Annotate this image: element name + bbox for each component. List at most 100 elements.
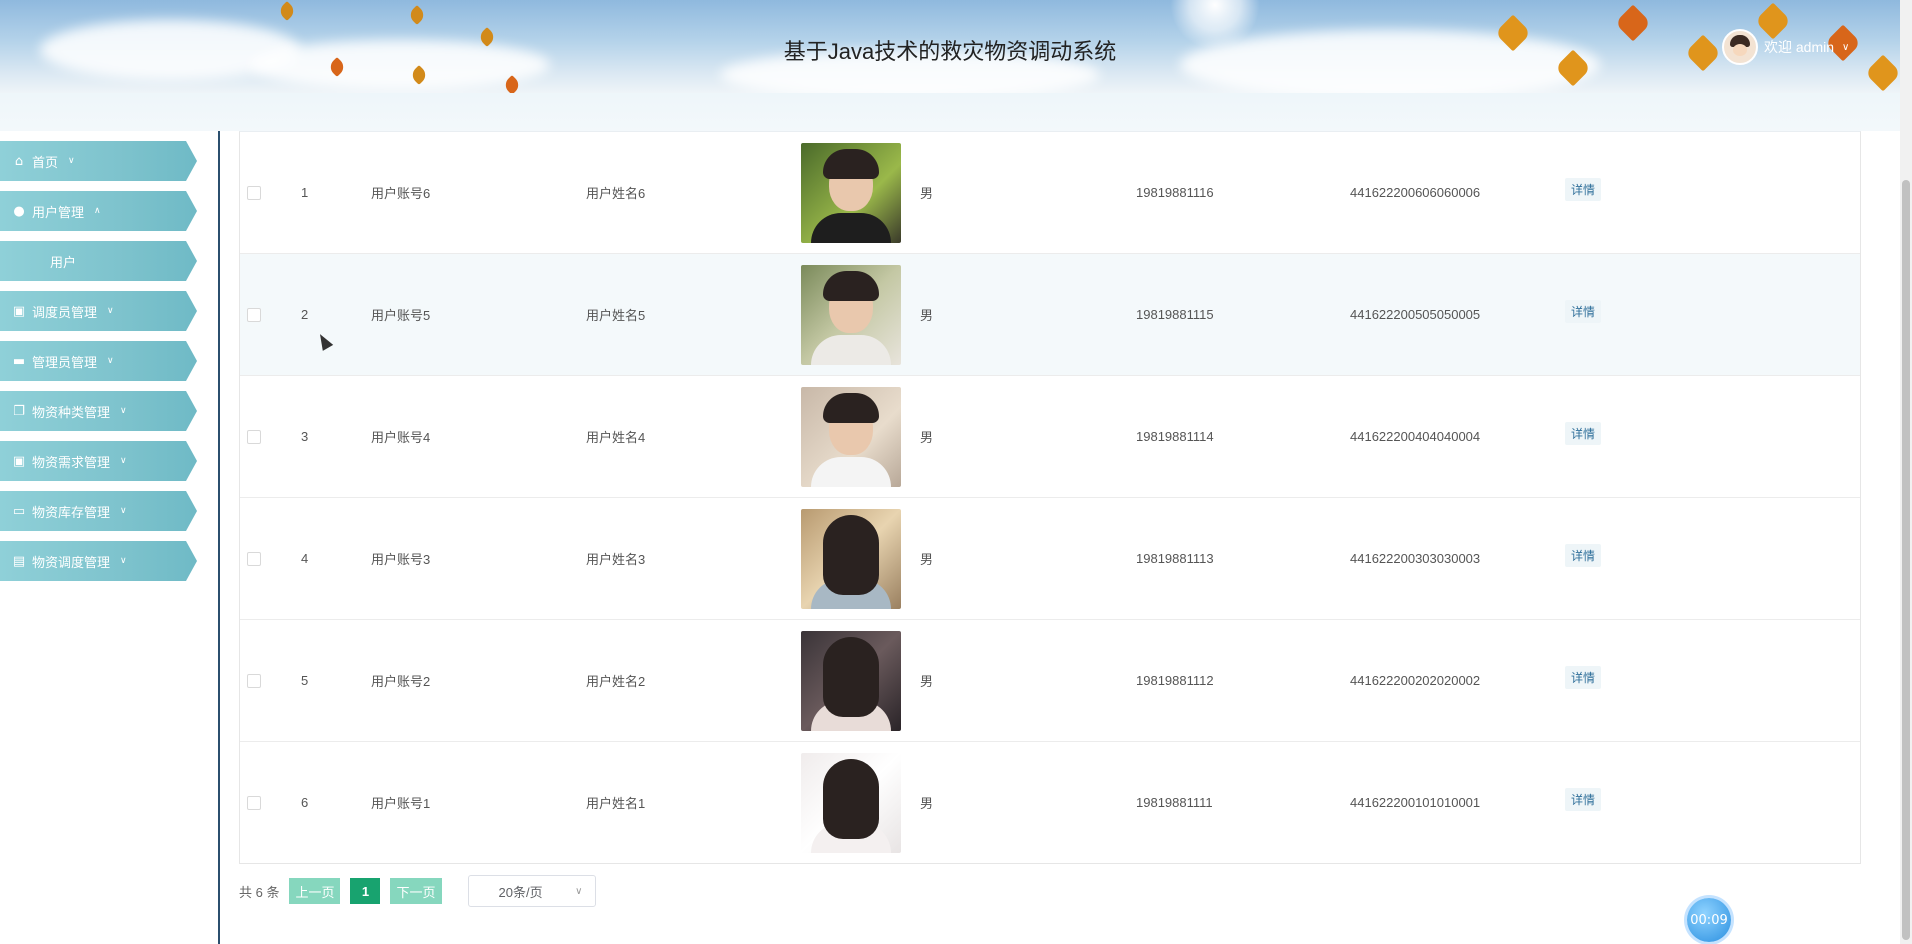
badge-icon: ▤ [12, 553, 26, 569]
detail-button[interactable]: 详情 [1565, 178, 1602, 201]
user-id-card: 441622200404040004 [1350, 429, 1481, 444]
detail-button[interactable]: 详情 [1565, 666, 1602, 689]
sidebar-item-home[interactable]: ⌂ 首页 ∨ [0, 141, 197, 181]
avatar[interactable] [1722, 29, 1758, 65]
user-phone: 19819881116 [1136, 185, 1214, 200]
sidebar-item-label: 物资需求管理 [32, 455, 111, 471]
sidebar-item-label: 调度员管理 [32, 305, 98, 321]
user-photo-cell [801, 620, 901, 741]
sidebar-item-label: 物资调度管理 [32, 555, 111, 571]
prev-page-button[interactable]: 上一页 [289, 878, 341, 904]
row-checkbox[interactable] [247, 796, 261, 810]
row-checkbox[interactable] [247, 308, 261, 322]
user-name: 用户姓名2 [586, 674, 646, 689]
user-photo-cell [801, 498, 901, 619]
row-index: 4 [301, 551, 309, 566]
card-icon: ▬ [12, 353, 26, 369]
table-row[interactable]: 4 用户账号3 用户姓名3 男 19819881113 441622200303… [240, 498, 1860, 620]
welcome-text[interactable]: 欢迎 admin [1764, 37, 1834, 57]
leaf-decoration [277, 1, 297, 21]
sidebar-item-material-demand-management[interactable]: ▣ 物资需求管理 ∨ [0, 441, 197, 481]
sidebar-item-label: 物资库存管理 [32, 505, 111, 521]
chevron-down-icon: ∨ [575, 885, 583, 897]
sidebar-item-user-management[interactable]: ● 用户管理 ∧ [0, 191, 197, 231]
user-icon: ● [13, 203, 25, 219]
user-sex: 男 [920, 186, 934, 201]
detail-button[interactable]: 详情 [1565, 300, 1602, 323]
user-id-card: 441622200101010001 [1350, 795, 1481, 810]
sidebar-item-material-type-management[interactable]: ❐ 物资种类管理 ∨ [0, 391, 197, 431]
sidebar-item-dispatcher-management[interactable]: ▣ 调度员管理 ∨ [0, 291, 197, 331]
user-id-card: 441622200606060006 [1350, 185, 1481, 200]
row-index: 3 [301, 429, 309, 444]
sidebar-item-admin-management[interactable]: ▬ 管理员管理 ∨ [0, 341, 197, 381]
briefcase-icon: ▣ [12, 453, 26, 469]
sidebar-item-users[interactable]: 用户 [0, 241, 197, 281]
page-number-current[interactable]: 1 [350, 878, 381, 904]
home-icon: ⌂ [14, 153, 24, 169]
user-photo-cell [801, 742, 901, 863]
sidebar-item-label: 管理员管理 [32, 355, 98, 371]
user-id-card: 441622200303030003 [1350, 551, 1481, 566]
table-row[interactable]: 3 用户账号4 用户姓名4 男 19819881114 441622200404… [240, 376, 1860, 498]
row-checkbox[interactable] [247, 674, 261, 688]
user-sex: 男 [920, 674, 934, 689]
row-index: 5 [301, 673, 309, 688]
user-name: 用户姓名3 [586, 552, 646, 567]
detail-button[interactable]: 详情 [1565, 422, 1602, 445]
row-index: 6 [301, 795, 309, 810]
action-cell: 详情 [1565, 254, 1602, 375]
row-checkbox[interactable] [247, 186, 261, 200]
row-checkbox[interactable] [247, 430, 261, 444]
chevron-down-icon: ∨ [107, 306, 114, 316]
user-sex: 男 [920, 552, 934, 567]
sidebar-item-label: 用户 [50, 255, 77, 271]
sidebar-item-label: 物资种类管理 [32, 405, 111, 421]
chevron-down-icon[interactable]: ∨ [1842, 42, 1849, 53]
user-account: 用户账号5 [371, 308, 431, 323]
header-banner: 基于Java技术的救灾物资调动系统 欢迎 admin ∨ [0, 0, 1900, 93]
row-checkbox[interactable] [247, 552, 261, 566]
table-row[interactable]: 2 用户账号5 用户姓名5 男 19819881115 441622200505… [240, 254, 1860, 376]
user-phone: 19819881113 [1136, 551, 1214, 566]
user-table: 1 用户账号6 用户姓名6 男 19819881116 441622200606… [239, 131, 1861, 864]
user-photo-cell [801, 376, 901, 497]
table-row[interactable]: 5 用户账号2 用户姓名2 男 19819881112 441622200202… [240, 620, 1860, 742]
action-cell: 详情 [1565, 376, 1602, 497]
pagination: 共 6 条 上一页 1 下一页 20条/页 ∨ [239, 875, 596, 907]
chevron-up-icon: ∧ [94, 206, 101, 216]
row-index: 2 [301, 307, 309, 322]
user-account: 用户账号1 [371, 796, 431, 811]
user-photo [801, 142, 901, 243]
sidebar-item-material-stock-management[interactable]: ▭ 物资库存管理 ∨ [0, 491, 197, 531]
user-photo [801, 752, 901, 853]
sidebar-item-label: 用户管理 [32, 205, 85, 221]
action-cell: 详情 [1565, 620, 1602, 741]
chevron-down-icon: ∨ [120, 456, 127, 466]
user-photo [801, 386, 901, 487]
table-row[interactable]: 1 用户账号6 用户姓名6 男 19819881116 441622200606… [240, 132, 1860, 254]
header-subbar [0, 93, 1900, 131]
detail-button[interactable]: 详情 [1565, 544, 1602, 567]
recording-timer[interactable]: 00:09 [1687, 898, 1731, 942]
scrollbar-thumb[interactable] [1902, 180, 1910, 940]
action-cell: 详情 [1565, 742, 1602, 863]
page-size-select[interactable]: 20条/页 ∨ [467, 875, 596, 907]
detail-button[interactable]: 详情 [1565, 788, 1602, 811]
action-cell: 详情 [1565, 132, 1602, 253]
copy-icon: ❐ [13, 403, 25, 419]
next-page-button[interactable]: 下一页 [390, 878, 442, 904]
briefcase-icon: ▣ [12, 303, 26, 319]
user-name: 用户姓名4 [586, 430, 646, 445]
user-menu[interactable]: 欢迎 admin ∨ [1722, 29, 1849, 65]
user-photo-cell [801, 254, 901, 375]
chevron-down-icon: ∨ [120, 506, 127, 516]
action-cell: 详情 [1565, 498, 1602, 619]
user-account: 用户账号2 [371, 674, 431, 689]
table-row[interactable]: 6 用户账号1 用户姓名1 男 19819881111 441622200101… [240, 742, 1860, 863]
sidebar-item-material-dispatch-management[interactable]: ▤ 物资调度管理 ∨ [0, 541, 197, 581]
chevron-down-icon: ∨ [120, 556, 127, 566]
user-phone: 19819881115 [1136, 307, 1214, 322]
user-phone: 19819881111 [1136, 795, 1213, 810]
user-id-card: 441622200202020002 [1350, 673, 1481, 688]
